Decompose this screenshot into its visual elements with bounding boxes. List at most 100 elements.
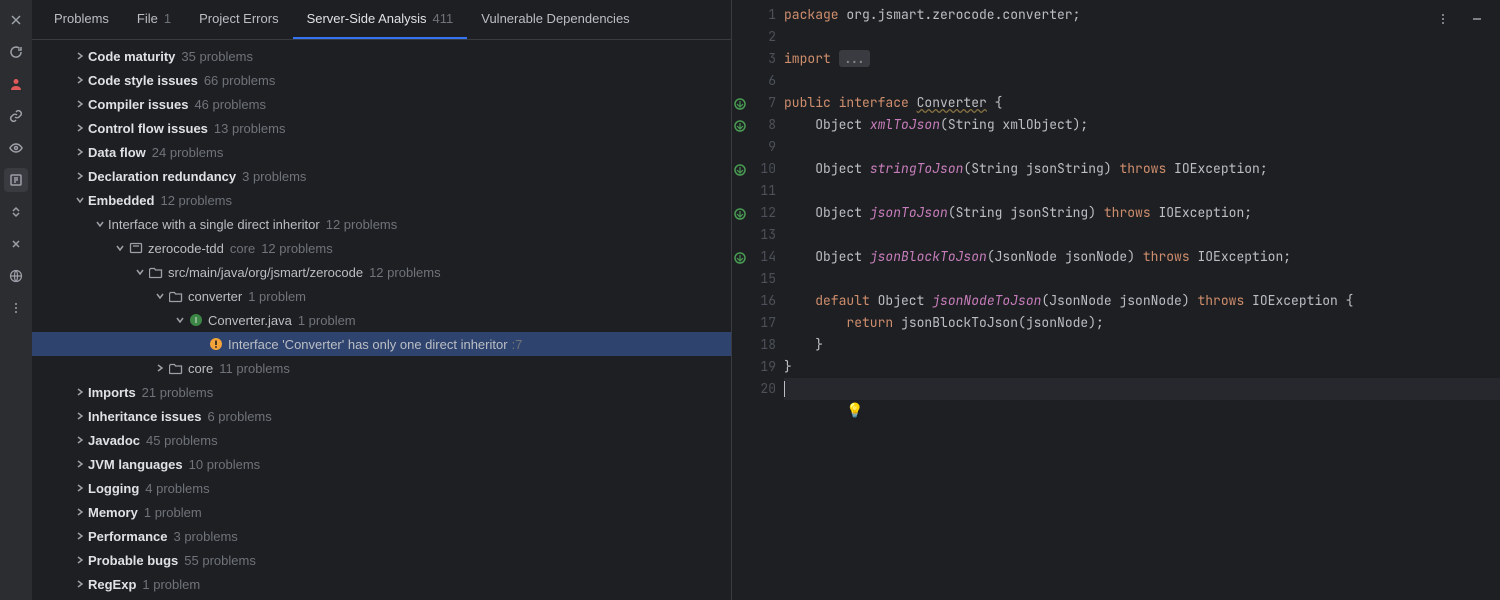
- tree-node[interactable]: JVM languages10 problems: [32, 452, 731, 476]
- tree-meta: 12 problems: [261, 241, 333, 256]
- tree-node[interactable]: Code style issues66 problems: [32, 68, 731, 92]
- chevron-right-icon[interactable]: [72, 480, 88, 496]
- globe-icon[interactable]: [4, 264, 28, 288]
- code-line[interactable]: Object jsonToJson(String jsonString) thr…: [784, 202, 1500, 224]
- chevron-right-icon[interactable]: [72, 144, 88, 160]
- tree-node[interactable]: Embedded12 problems: [32, 188, 731, 212]
- tree-node[interactable]: Declaration redundancy3 problems: [32, 164, 731, 188]
- tab-count: 1: [164, 11, 171, 26]
- chevron-right-icon[interactable]: [72, 120, 88, 136]
- chevron-right-icon[interactable]: [72, 384, 88, 400]
- details-icon[interactable]: [4, 168, 28, 192]
- tree-node[interactable]: Inheritance issues6 problems: [32, 404, 731, 428]
- chevron-right-icon[interactable]: [72, 408, 88, 424]
- tree-node[interactable]: converter1 problem: [32, 284, 731, 308]
- code-line[interactable]: return jsonBlockToJson(jsonNode);: [784, 312, 1500, 334]
- line-number: 6: [732, 70, 784, 92]
- user-icon[interactable]: [4, 72, 28, 96]
- code-line[interactable]: }: [784, 334, 1500, 356]
- code-line[interactable]: [784, 136, 1500, 158]
- chevron-down-icon[interactable]: [92, 216, 108, 232]
- tree-node[interactable]: zerocode-tddcore12 problems: [32, 236, 731, 260]
- code-line[interactable]: [784, 180, 1500, 202]
- tab-problems[interactable]: Problems: [40, 0, 123, 39]
- chevron-right-icon[interactable]: [152, 360, 168, 376]
- chevron-down-icon[interactable]: [152, 288, 168, 304]
- tree-node[interactable]: Data flow24 problems: [32, 140, 731, 164]
- tab-vulnerable-dependencies[interactable]: Vulnerable Dependencies: [467, 0, 643, 39]
- code-line[interactable]: [784, 26, 1500, 48]
- code-line[interactable]: Object stringToJson(String jsonString) t…: [784, 158, 1500, 180]
- implementing-method-icon[interactable]: [732, 117, 746, 131]
- implementing-method-icon[interactable]: [732, 161, 746, 175]
- code-line[interactable]: [784, 268, 1500, 290]
- code-line[interactable]: Object xmlToJson(String xmlObject);: [784, 114, 1500, 136]
- link-icon[interactable]: [4, 104, 28, 128]
- code-line[interactable]: public interface Converter {: [784, 92, 1500, 114]
- implementing-method-icon[interactable]: [732, 95, 746, 109]
- tree-node[interactable]: src/main/java/org/jsmart/zerocode12 prob…: [32, 260, 731, 284]
- chevron-down-icon[interactable]: [132, 264, 148, 280]
- tree-node[interactable]: RegExp1 problem: [32, 572, 731, 596]
- chevron-down-icon[interactable]: [172, 312, 188, 328]
- tree-node[interactable]: Logging4 problems: [32, 476, 731, 500]
- code-line[interactable]: package org.jsmart.zerocode.converter;: [784, 4, 1500, 26]
- implementing-method-icon[interactable]: [732, 205, 746, 219]
- tab-server-side-analysis[interactable]: Server-Side Analysis411: [293, 0, 468, 39]
- tree-node[interactable]: Memory1 problem: [32, 500, 731, 524]
- expand-icon[interactable]: [4, 200, 28, 224]
- tree-meta: 13 problems: [214, 121, 286, 136]
- tab-file[interactable]: File1: [123, 0, 185, 39]
- code-line[interactable]: Object jsonBlockToJson(JsonNode jsonNode…: [784, 246, 1500, 268]
- code-line[interactable]: default Object jsonNodeToJson(JsonNode j…: [784, 290, 1500, 312]
- chevron-right-icon[interactable]: [72, 72, 88, 88]
- preview-icon[interactable]: [4, 136, 28, 160]
- tree-node[interactable]: core11 problems: [32, 356, 731, 380]
- problems-tree[interactable]: Code maturity 35 problems Code style issue…: [32, 40, 731, 600]
- tree-node[interactable]: Compiler issues46 problems: [32, 92, 731, 116]
- intention-bulb-icon[interactable]: 💡: [846, 400, 863, 422]
- chevron-down-icon[interactable]: [112, 240, 128, 256]
- tree-label: Declaration redundancy: [88, 169, 236, 184]
- chevron-right-icon[interactable]: [72, 504, 88, 520]
- tree-node[interactable]: Interface 'Converter' has only one direc…: [32, 332, 731, 356]
- collapse-icon[interactable]: [4, 232, 28, 256]
- chevron-right-icon[interactable]: [72, 48, 88, 64]
- code-line[interactable]: }: [784, 356, 1500, 378]
- chevron-right-icon[interactable]: [72, 552, 88, 568]
- more-icon[interactable]: [4, 296, 28, 320]
- chevron-down-icon[interactable]: [72, 192, 88, 208]
- caret: [784, 381, 785, 397]
- chevron-right-icon[interactable]: [72, 96, 88, 112]
- implementing-method-icon[interactable]: [732, 249, 746, 263]
- close-icon[interactable]: [4, 8, 28, 32]
- code-editor[interactable]: 12367891011121314151617181920 💡 package …: [732, 0, 1500, 600]
- tree-node[interactable]: Javadoc45 problems: [32, 428, 731, 452]
- kebab-icon[interactable]: [1432, 12, 1454, 29]
- chevron-right-icon[interactable]: [72, 432, 88, 448]
- tree-label: Memory: [88, 505, 138, 520]
- code-line[interactable]: [784, 378, 1500, 400]
- refresh-icon[interactable]: [4, 40, 28, 64]
- chevron-right-icon[interactable]: [72, 576, 88, 592]
- tree-node[interactable]: Control flow issues13 problems: [32, 116, 731, 140]
- tab-project-errors[interactable]: Project Errors: [185, 0, 292, 39]
- chevron-right-icon[interactable]: [72, 456, 88, 472]
- chevron-right-icon[interactable]: [72, 528, 88, 544]
- tree-node[interactable]: Imports21 problems: [32, 380, 731, 404]
- tree-node[interactable]: Code maturity 35 problems: [32, 44, 731, 68]
- code-line[interactable]: import ...: [784, 48, 1500, 70]
- tree-meta: 45 problems: [146, 433, 218, 448]
- minimize-icon[interactable]: [1466, 12, 1488, 29]
- tree-label: Code style issues: [88, 73, 198, 88]
- editor-code[interactable]: 💡 package org.jsmart.zerocode.converter;…: [784, 0, 1500, 600]
- tree-node[interactable]: Probable bugs55 problems: [32, 548, 731, 572]
- tree-meta: 35 problems: [181, 49, 253, 64]
- tree-node[interactable]: Performance3 problems: [32, 524, 731, 548]
- tree-node[interactable]: IConverter.java1 problem: [32, 308, 731, 332]
- tree-label: Code maturity: [88, 49, 175, 64]
- code-line[interactable]: [784, 70, 1500, 92]
- code-line[interactable]: [784, 224, 1500, 246]
- tree-node[interactable]: Interface with a single direct inheritor…: [32, 212, 731, 236]
- chevron-right-icon[interactable]: [72, 168, 88, 184]
